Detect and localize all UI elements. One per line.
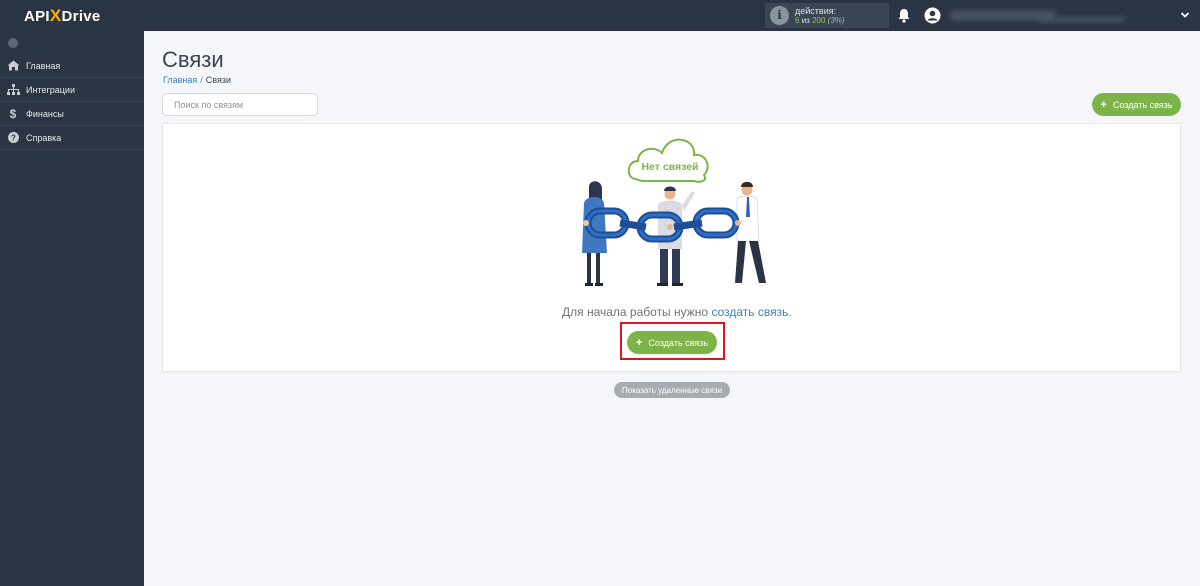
dollar-icon: $ [9, 106, 17, 121]
sidebar-item-label: Главная [26, 60, 61, 71]
sidebar-item-label: Интеграции [26, 84, 75, 95]
sidebar-item-label: Справка [26, 132, 62, 143]
home-icon [6, 60, 20, 72]
sidebar-item-finance[interactable]: $ Финансы [0, 102, 144, 126]
empty-state-message: Для начала работы нужно создать связь. [562, 305, 792, 319]
show-deleted-connections-button[interactable]: Показать удаленные связи [614, 382, 730, 398]
create-connection-center-button[interactable]: + Создать связь [627, 331, 717, 354]
sidebar-item-integrations[interactable]: Интеграции [0, 78, 144, 102]
breadcrumb: Главная / Связи [163, 75, 231, 85]
cloud-text: Нет связей [641, 161, 698, 173]
actions-counter[interactable]: i действия: 6 из 200 (3%) [765, 3, 889, 28]
top-bar: APIXDrive i действия: 6 из 200 (3%) [0, 0, 1200, 31]
user-avatar-icon[interactable] [924, 7, 941, 24]
collapse-sidebar-icon[interactable] [8, 38, 18, 48]
breadcrumb-home-link[interactable]: Главная [163, 75, 197, 85]
sidebar: Главная Интеграции $ Финансы ? Справка [0, 31, 144, 586]
bell-icon[interactable] [897, 8, 911, 23]
page-title: Связи [162, 47, 224, 72]
empty-state-illustration: Нет связей [582, 138, 766, 286]
sitemap-icon [6, 84, 20, 96]
apixdrive-logo[interactable]: APIXDrive [24, 6, 101, 26]
search-input[interactable] [162, 93, 318, 116]
sidebar-item-help[interactable]: ? Справка [0, 126, 144, 150]
sidebar-item-home[interactable]: Главная [0, 54, 144, 78]
info-icon: i [770, 6, 789, 25]
actions-count: 6 из 200 (3%) [795, 16, 845, 25]
user-email-blurred [1040, 16, 1125, 23]
svg-text:?: ? [11, 134, 16, 143]
actions-label: действия: [795, 6, 837, 16]
chevron-down-icon[interactable] [1180, 10, 1190, 20]
create-connection-link[interactable]: создать связь [711, 305, 788, 319]
sidebar-nav: Главная Интеграции $ Финансы ? Справка [0, 54, 144, 150]
sidebar-item-label: Финансы [26, 108, 64, 119]
help-icon: ? [6, 132, 20, 144]
breadcrumb-current: Связи [205, 75, 231, 85]
create-connection-button[interactable]: + Создать связь [1092, 93, 1181, 116]
